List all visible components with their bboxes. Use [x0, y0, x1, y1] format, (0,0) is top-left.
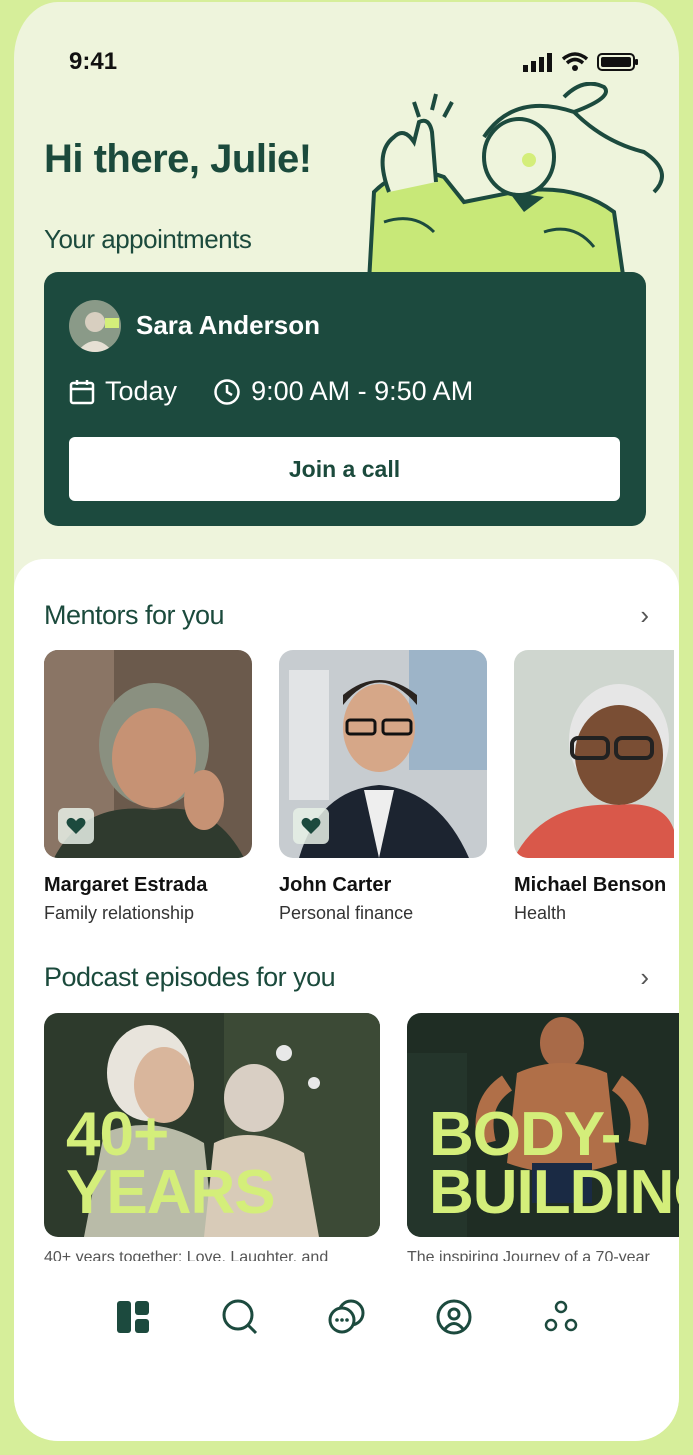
- podcasts-see-all-chevron-icon[interactable]: ›: [640, 962, 649, 993]
- status-icons: [523, 52, 639, 72]
- favorite-heart-icon[interactable]: [293, 808, 329, 844]
- signal-icon: [523, 53, 552, 72]
- mentor-photo: [44, 650, 252, 858]
- status-bar: 9:41: [69, 42, 639, 82]
- podcasts-heading: Podcast episodes for you: [44, 962, 336, 992]
- mentor-name: Margaret Estrada: [44, 874, 208, 896]
- favorite-heart-icon[interactable]: [58, 808, 94, 844]
- tab-profile[interactable]: [429, 1292, 479, 1342]
- mentor-card[interactable]: Margaret Estrada Family relationship: [44, 650, 252, 924]
- search-icon: [222, 1299, 257, 1335]
- mentor-card[interactable]: Michael Benson Health: [514, 650, 674, 924]
- mentor-topic: Health: [514, 903, 567, 923]
- podcast-caption: The inspiring Journey of a 70-year: [407, 1249, 650, 1261]
- avatar: [69, 300, 121, 352]
- wifi-icon: [561, 52, 589, 71]
- appointment-card[interactable]: Sara Anderson Today 9:00 AM - 9:50 AM Jo…: [44, 272, 646, 526]
- podcast-cover-text: BUILDING: [429, 1158, 679, 1227]
- appointment-mentor-name: Sara Anderson: [136, 310, 320, 340]
- podcast-cover-text: 40+: [66, 1100, 169, 1169]
- mentor-photo: [514, 650, 674, 858]
- clock-icon: [214, 378, 240, 405]
- mentor-topic: Family relationship: [44, 903, 195, 923]
- appointment-day: Today: [105, 376, 178, 406]
- podcast-caption: 40+ years together: Love, Laughter, and: [44, 1249, 329, 1261]
- tab-chat[interactable]: [322, 1292, 372, 1342]
- more-icon: [544, 1300, 577, 1332]
- status-time: 9:41: [69, 48, 118, 75]
- mentor-photo: [279, 650, 487, 858]
- join-call-button[interactable]: Join a call: [69, 437, 620, 501]
- phone-frame: 9:41 Hi there, Julie! Your appointments …: [0, 0, 693, 1455]
- appointments-heading: Your appointments: [44, 224, 252, 254]
- greeting-title: Hi there, Julie!: [44, 137, 312, 181]
- mentor-name: John Carter: [279, 874, 392, 896]
- chat-icon: [328, 1299, 364, 1334]
- mentor-topic: Personal finance: [279, 903, 414, 923]
- podcast-cover-text: YEARS: [66, 1158, 276, 1227]
- tab-search[interactable]: [215, 1292, 265, 1342]
- battery-icon: [597, 53, 638, 71]
- calendar-icon: [69, 379, 95, 404]
- profile-icon: [436, 1299, 471, 1335]
- mentors-see-all-chevron-icon[interactable]: ›: [640, 600, 649, 631]
- mentor-name: Michael Benson: [514, 874, 667, 896]
- mentors-heading: Mentors for you: [44, 600, 225, 630]
- appointment-time: 9:00 AM - 9:50 AM: [251, 376, 474, 406]
- dashboard-icon: [116, 1301, 149, 1333]
- podcast-cover-text: BODY-: [429, 1100, 621, 1169]
- tab-dashboard[interactable]: [108, 1292, 158, 1342]
- tab-more[interactable]: [536, 1292, 586, 1342]
- waving-person-illustration: [366, 82, 664, 282]
- mentor-card[interactable]: John Carter Personal finance: [279, 650, 487, 924]
- podcast-card[interactable]: 40+ YEARS: [44, 1013, 380, 1237]
- podcast-card[interactable]: BODY- BUILDING: [407, 1013, 679, 1237]
- appointment-meta: Today 9:00 AM - 9:50 AM: [69, 376, 473, 407]
- bottom-tab-bar: [14, 1262, 679, 1372]
